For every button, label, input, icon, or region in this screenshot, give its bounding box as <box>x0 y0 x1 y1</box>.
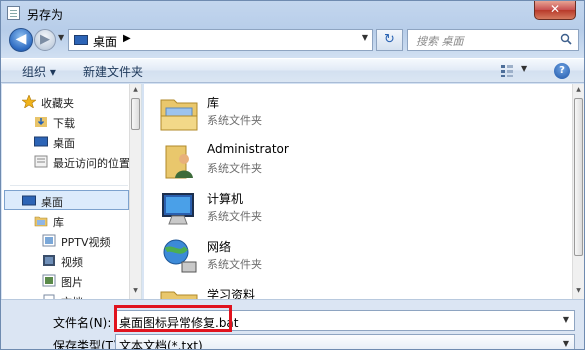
save-as-dialog: 另存为 ✕ ◀ ▶ ▼ 桌面 ▶ ▼ ↻ 搜索 桌面 组织 ▾ 新建文件夹 ▼ … <box>0 0 585 350</box>
list-item-administrator[interactable]: Administrator 系统文件夹 <box>158 140 438 186</box>
star-icon <box>22 95 36 108</box>
list-item-study-materials[interactable]: 学习资料 <box>158 284 438 299</box>
sidebar-item-label: 图片 <box>61 276 83 289</box>
scroll-down-icon[interactable]: ▼ <box>574 287 583 297</box>
scroll-down-icon[interactable]: ▼ <box>131 287 140 297</box>
back-button[interactable]: ◀ <box>9 28 33 52</box>
file-list-scrollbar[interactable]: ▲ ▼ <box>572 84 584 299</box>
filetype-dropdown-icon[interactable]: ▼ <box>563 339 569 348</box>
forward-button[interactable]: ▶ <box>34 29 56 51</box>
chevron-right-icon[interactable]: ▶ <box>123 33 131 44</box>
new-folder-button[interactable]: 新建文件夹 <box>83 63 143 80</box>
file-name: 网络 <box>207 240 232 254</box>
close-button[interactable]: ✕ <box>534 1 576 20</box>
filetype-select[interactable]: 文本文档(*.txt) ▼ <box>115 334 575 349</box>
sidebar-item-label: 桌面 <box>53 137 75 150</box>
refresh-button[interactable]: ↻ <box>376 29 403 51</box>
desktop-icon <box>34 136 48 147</box>
nav-divider <box>10 185 128 186</box>
list-item-library[interactable]: 库 系统文件夹 <box>158 92 438 138</box>
pptv-icon <box>42 234 56 247</box>
download-folder-icon <box>35 117 47 127</box>
list-item-network[interactable]: 网络 系统文件夹 <box>158 236 438 282</box>
library-icon <box>34 216 48 227</box>
search-placeholder: 搜索 桌面 <box>416 35 464 48</box>
pictures-icon <box>42 274 56 287</box>
file-type: 系统文件夹 <box>207 210 262 223</box>
help-button[interactable]: ? <box>554 63 570 79</box>
sidebar-item-label: 桌面 <box>41 196 63 209</box>
title-bar: 另存为 ✕ <box>1 1 584 25</box>
library-folder-icon <box>160 99 198 131</box>
sidebar-item-label: PPTV视频 <box>61 236 111 249</box>
filetype-value[interactable]: 文本文档(*.txt) <box>119 337 203 349</box>
command-toolbar: 组织 ▾ 新建文件夹 ▼ ? <box>1 58 584 83</box>
navigation-pane-scrollbar[interactable]: ▲ ▼ <box>129 84 141 299</box>
address-dropdown-icon[interactable]: ▼ <box>362 33 368 42</box>
file-name: 计算机 <box>207 192 244 206</box>
computer-icon <box>162 193 194 225</box>
file-type: 系统文件夹 <box>207 162 262 175</box>
sidebar-item-label: 收藏夹 <box>41 97 74 110</box>
recent-pages-dropdown[interactable]: ▼ <box>58 33 64 42</box>
filename-dropdown-icon[interactable]: ▼ <box>563 315 569 324</box>
notepad-icon <box>7 6 20 20</box>
window-title: 另存为 <box>27 8 64 22</box>
navigation-pane[interactable]: 收藏夹 下载 桌面 最近访问的位置 桌面 库 PPTV视频 视频 图片 ▲ ▼ <box>2 84 142 299</box>
sidebar-item-label: 视频 <box>61 256 83 269</box>
file-type: 系统文件夹 <box>207 258 262 271</box>
sidebar-item-label: 最近访问的位置 <box>53 157 130 170</box>
desktop-icon <box>74 35 88 45</box>
search-input[interactable]: 搜索 桌面 <box>407 29 579 51</box>
view-options-icon[interactable] <box>500 64 514 78</box>
scroll-thumb[interactable] <box>131 98 140 130</box>
file-name: Administrator <box>207 142 289 156</box>
sidebar-item-label: 下载 <box>53 117 75 130</box>
user-folder-icon <box>165 145 193 179</box>
file-name: 学习资料 <box>207 288 256 299</box>
filename-label: 文件名(N): <box>53 316 112 330</box>
address-bar[interactable]: 桌面 ▶ ▼ <box>68 29 373 51</box>
view-dropdown-icon[interactable]: ▼ <box>521 64 527 73</box>
file-type: 系统文件夹 <box>207 114 262 127</box>
sidebar-item-label: 库 <box>53 216 64 229</box>
folder-icon <box>160 291 198 299</box>
filetype-label: 保存类型(T): <box>53 339 122 350</box>
network-icon <box>163 239 197 273</box>
recent-places-icon <box>34 155 48 168</box>
list-item-computer[interactable]: 计算机 系统文件夹 <box>158 188 438 234</box>
address-path[interactable]: 桌面 <box>93 33 117 50</box>
filename-highlight-box <box>114 305 232 332</box>
file-list-pane[interactable]: 库 系统文件夹 Administrator 系统文件夹 计算机 系统文件夹 网络… <box>144 84 572 299</box>
scroll-thumb[interactable] <box>574 98 583 256</box>
navigation-bar: ◀ ▶ ▼ 桌面 ▶ ▼ ↻ 搜索 桌面 <box>1 25 584 55</box>
organize-button[interactable]: 组织 ▾ <box>22 63 56 80</box>
scroll-up-icon[interactable]: ▲ <box>131 86 140 96</box>
file-list-scroll-track[interactable]: ▲ ▼ <box>573 84 584 299</box>
desktop-icon <box>22 195 36 206</box>
file-name: 库 <box>207 96 220 110</box>
video-icon <box>43 255 55 266</box>
save-form: 文件名(N): 桌面图标异常修复.bat ▼ 保存类型(T): 文本文档(*.t… <box>1 299 584 350</box>
scroll-up-icon[interactable]: ▲ <box>574 86 583 96</box>
search-icon[interactable] <box>560 33 572 45</box>
